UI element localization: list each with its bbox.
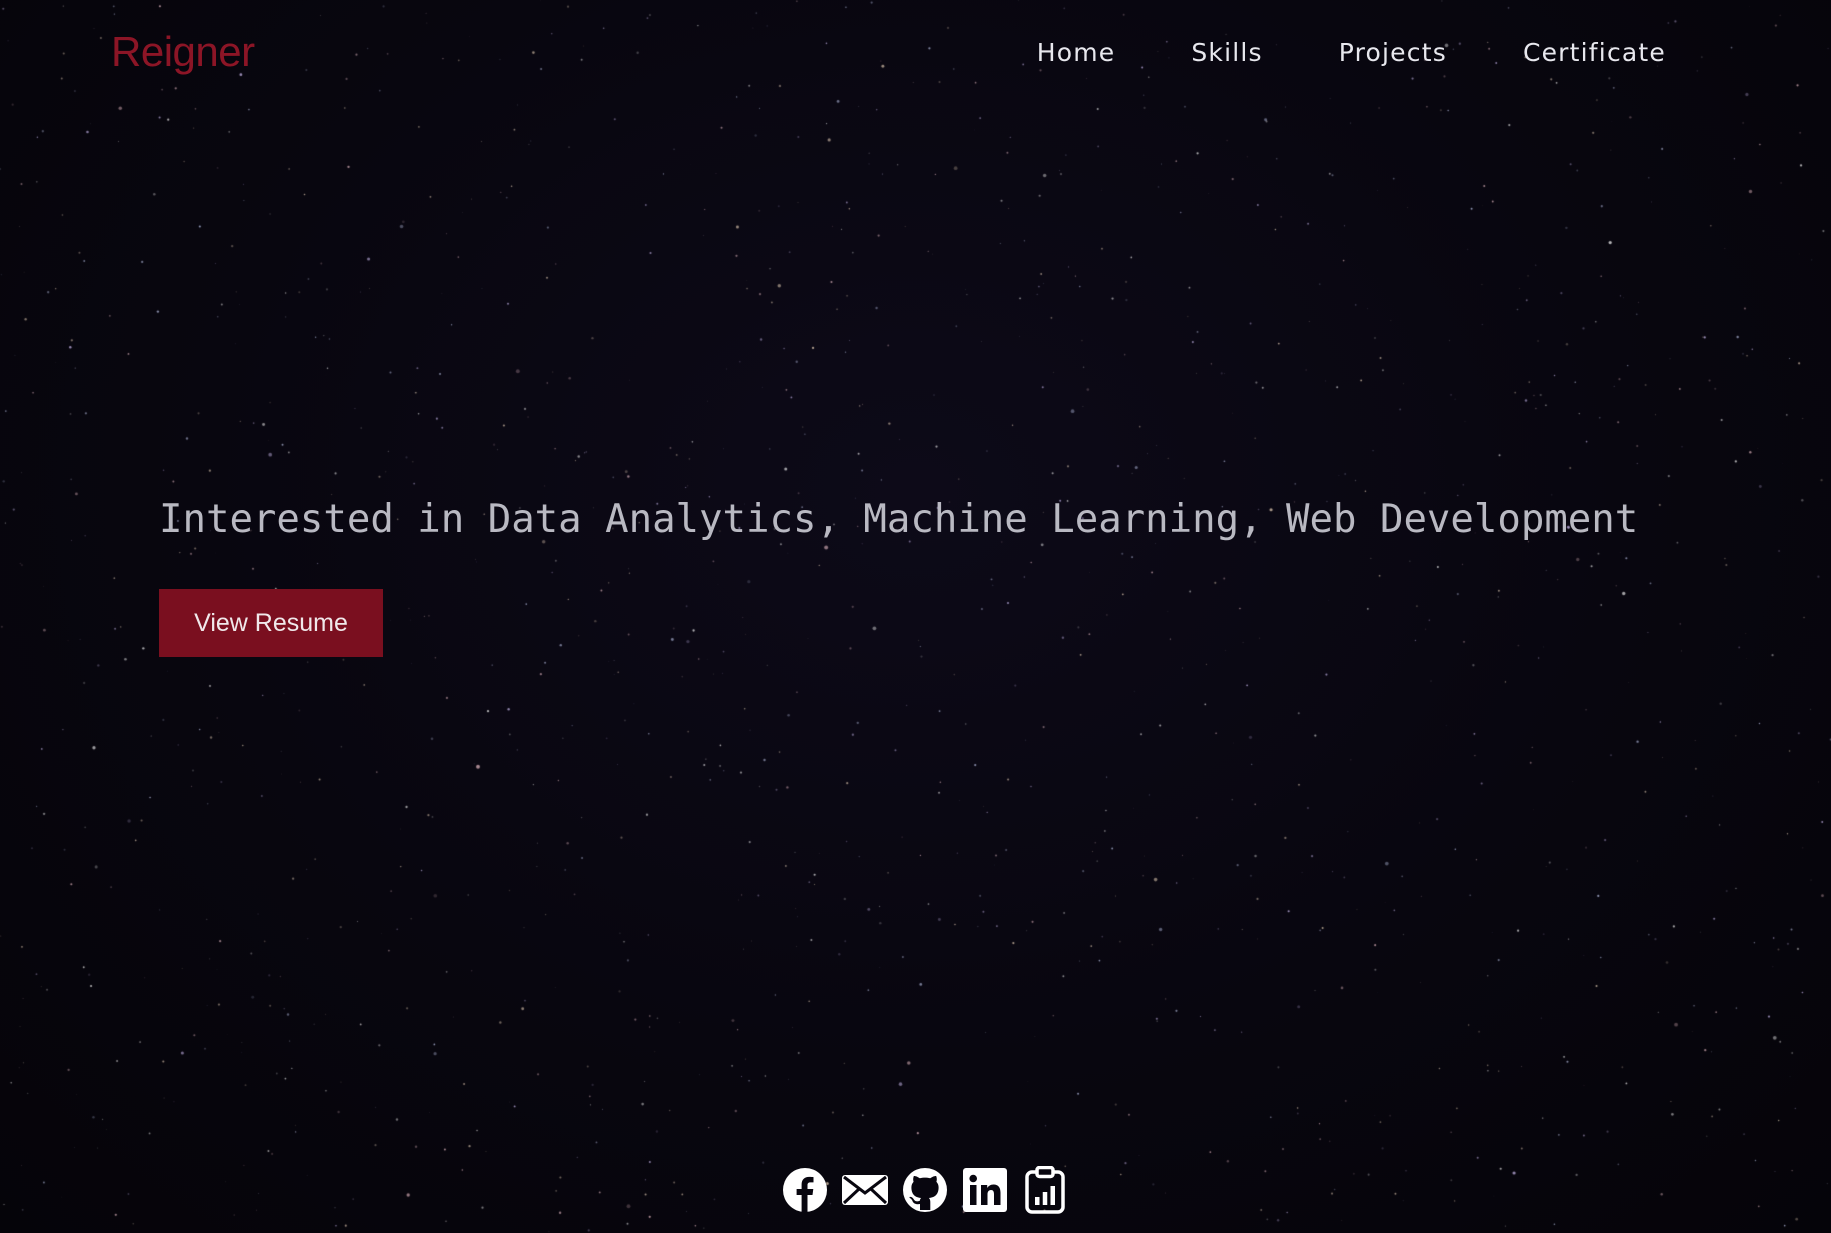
facebook-icon[interactable]: [781, 1166, 829, 1214]
site-logo[interactable]: Reigner: [111, 28, 255, 76]
clipboard-chart-icon[interactable]: [1021, 1166, 1069, 1214]
nav-link-certificate[interactable]: Certificate: [1523, 38, 1666, 67]
view-resume-button[interactable]: View Resume: [159, 589, 383, 657]
main-nav: Home Skills Projects Certificate: [1037, 38, 1666, 67]
hero-tagline: Interested in Data Analytics, Machine Le…: [159, 497, 1639, 542]
github-icon[interactable]: [901, 1166, 949, 1214]
linkedin-icon[interactable]: [961, 1166, 1009, 1214]
nav-link-home[interactable]: Home: [1037, 38, 1116, 67]
social-links: [781, 1166, 1069, 1214]
email-icon[interactable]: [841, 1166, 889, 1214]
nav-link-projects[interactable]: Projects: [1339, 38, 1447, 67]
nav-link-skills[interactable]: Skills: [1191, 38, 1262, 67]
